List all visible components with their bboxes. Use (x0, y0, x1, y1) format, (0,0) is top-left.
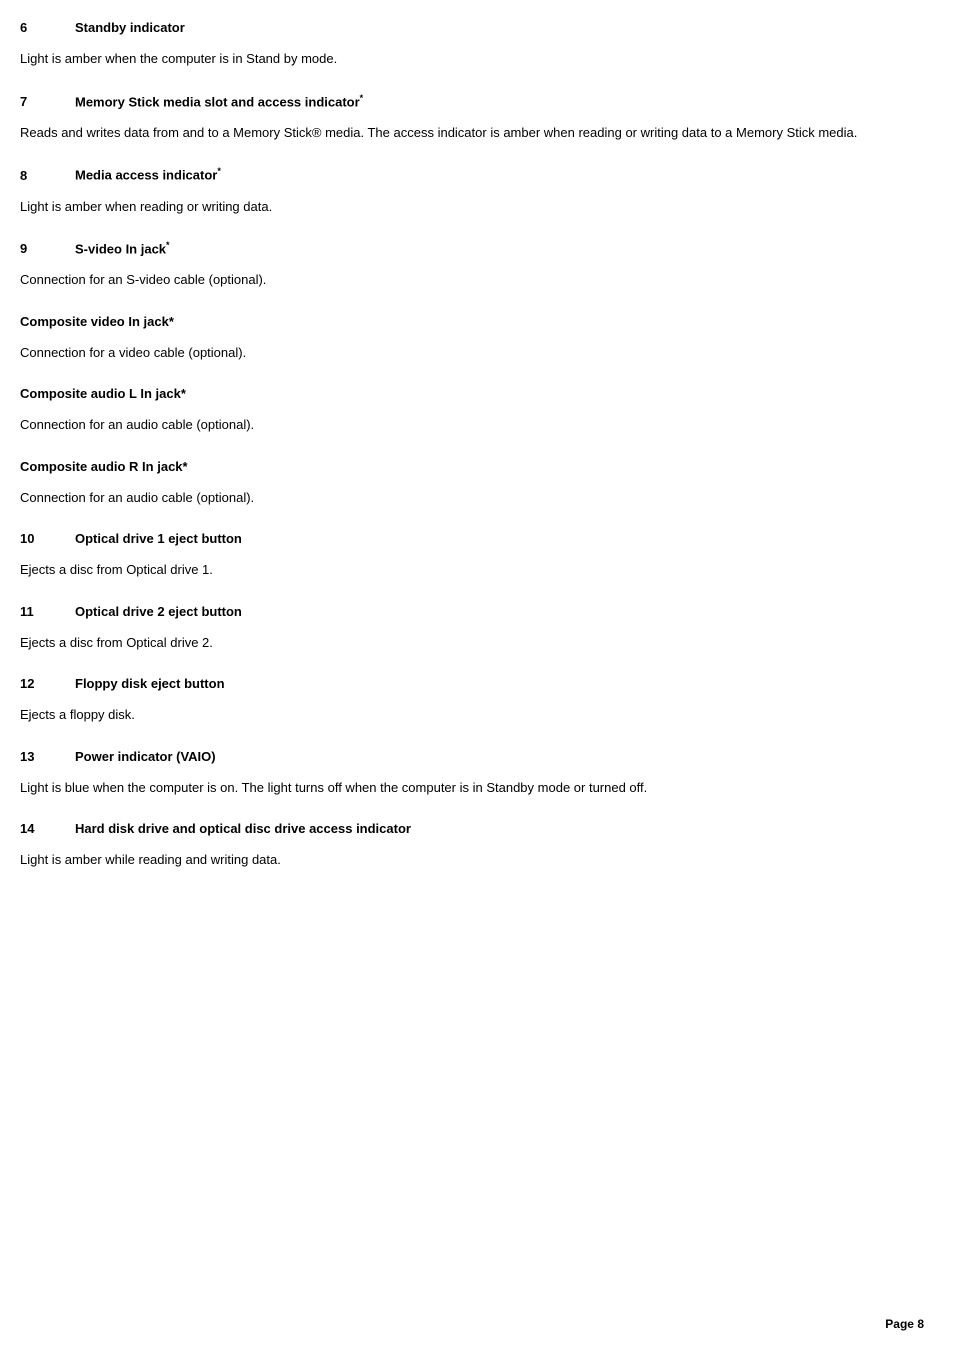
section-6-heading: 6Standby indicator (20, 20, 924, 35)
section-7-number: 7 (20, 94, 75, 109)
section-8-heading: 8Media access indicator* (20, 166, 924, 182)
section-8-body: Light is amber when reading or writing d… (20, 197, 924, 217)
section-9-title: S-video In jack* (75, 240, 170, 256)
section-9-superscript: * (166, 240, 170, 250)
section-12-body: Ejects a floppy disk. (20, 705, 924, 725)
section-composite-video-body: Connection for a video cable (optional). (20, 343, 924, 363)
section-composite-audio-l: Composite audio L In jack* Connection for… (20, 386, 924, 435)
section-10-title: Optical drive 1 eject button (75, 531, 242, 546)
section-composite-video: Composite video In jack* Connection for a… (20, 314, 924, 363)
section-8-number: 8 (20, 168, 75, 183)
section-composite-audio-r: Composite audio R In jack* Connection for… (20, 459, 924, 508)
section-13: 13Power indicator (VAIO) Light is blue wh… (20, 749, 924, 798)
section-12-heading: 12Floppy disk eject button (20, 676, 924, 691)
section-composite-audio-l-body: Connection for an audio cable (optional)… (20, 415, 924, 435)
section-10-body: Ejects a disc from Optical drive 1. (20, 560, 924, 580)
section-12: 12Floppy disk eject button Ejects a flopp… (20, 676, 924, 725)
section-7-heading: 7Memory Stick media slot and access indi… (20, 93, 924, 109)
section-13-number: 13 (20, 749, 75, 764)
section-8-superscript: * (217, 166, 221, 176)
section-13-title: Power indicator (VAIO) (75, 749, 216, 764)
section-7-title: Memory Stick media slot and access indic… (75, 93, 363, 109)
section-9-body: Connection for an S-video cable (optiona… (20, 270, 924, 290)
section-10: 10Optical drive 1 eject button Ejects a d… (20, 531, 924, 580)
section-9: 9S-video In jack* Connection for an S-vid… (20, 240, 924, 290)
section-12-title: Floppy disk eject button (75, 676, 225, 691)
section-composite-video-heading: Composite video In jack* (20, 314, 924, 329)
section-9-heading: 9S-video In jack* (20, 240, 924, 256)
section-composite-video-superscript: * (169, 314, 174, 329)
section-13-body: Light is blue when the computer is on. T… (20, 778, 924, 798)
section-6-number: 6 (20, 20, 75, 35)
section-8: 8Media access indicator* Light is amber w… (20, 166, 924, 216)
section-8-title: Media access indicator* (75, 166, 221, 182)
section-14-heading: 14Hard disk drive and optical disc drive… (20, 821, 924, 836)
page-footer: Page 8 (885, 1317, 924, 1331)
section-6: 6Standby indicator Light is amber when th… (20, 20, 924, 69)
section-11-title: Optical drive 2 eject button (75, 604, 242, 619)
section-10-heading: 10Optical drive 1 eject button (20, 531, 924, 546)
section-composite-audio-r-heading: Composite audio R In jack* (20, 459, 924, 474)
section-14-body: Light is amber while reading and writing… (20, 850, 924, 870)
section-6-title: Standby indicator (75, 20, 185, 35)
page-number: Page 8 (885, 1317, 924, 1331)
section-7-superscript: * (360, 93, 364, 103)
section-7-body: Reads and writes data from and to a Memo… (20, 123, 924, 143)
section-14-title: Hard disk drive and optical disc drive a… (75, 821, 411, 836)
section-11-heading: 11Optical drive 2 eject button (20, 604, 924, 619)
section-11-number: 11 (20, 604, 75, 619)
section-7: 7Memory Stick media slot and access indi… (20, 93, 924, 143)
section-composite-audio-l-heading: Composite audio L In jack* (20, 386, 924, 401)
section-composite-audio-l-superscript: * (181, 386, 186, 401)
section-11-body: Ejects a disc from Optical drive 2. (20, 633, 924, 653)
section-6-body: Light is amber when the computer is in S… (20, 49, 924, 69)
section-9-number: 9 (20, 241, 75, 256)
section-12-number: 12 (20, 676, 75, 691)
section-14-number: 14 (20, 821, 75, 836)
section-10-number: 10 (20, 531, 75, 546)
section-13-heading: 13Power indicator (VAIO) (20, 749, 924, 764)
section-11: 11Optical drive 2 eject button Ejects a d… (20, 604, 924, 653)
section-14: 14Hard disk drive and optical disc drive… (20, 821, 924, 870)
section-composite-audio-r-body: Connection for an audio cable (optional)… (20, 488, 924, 508)
section-composite-audio-r-superscript: * (183, 459, 188, 474)
